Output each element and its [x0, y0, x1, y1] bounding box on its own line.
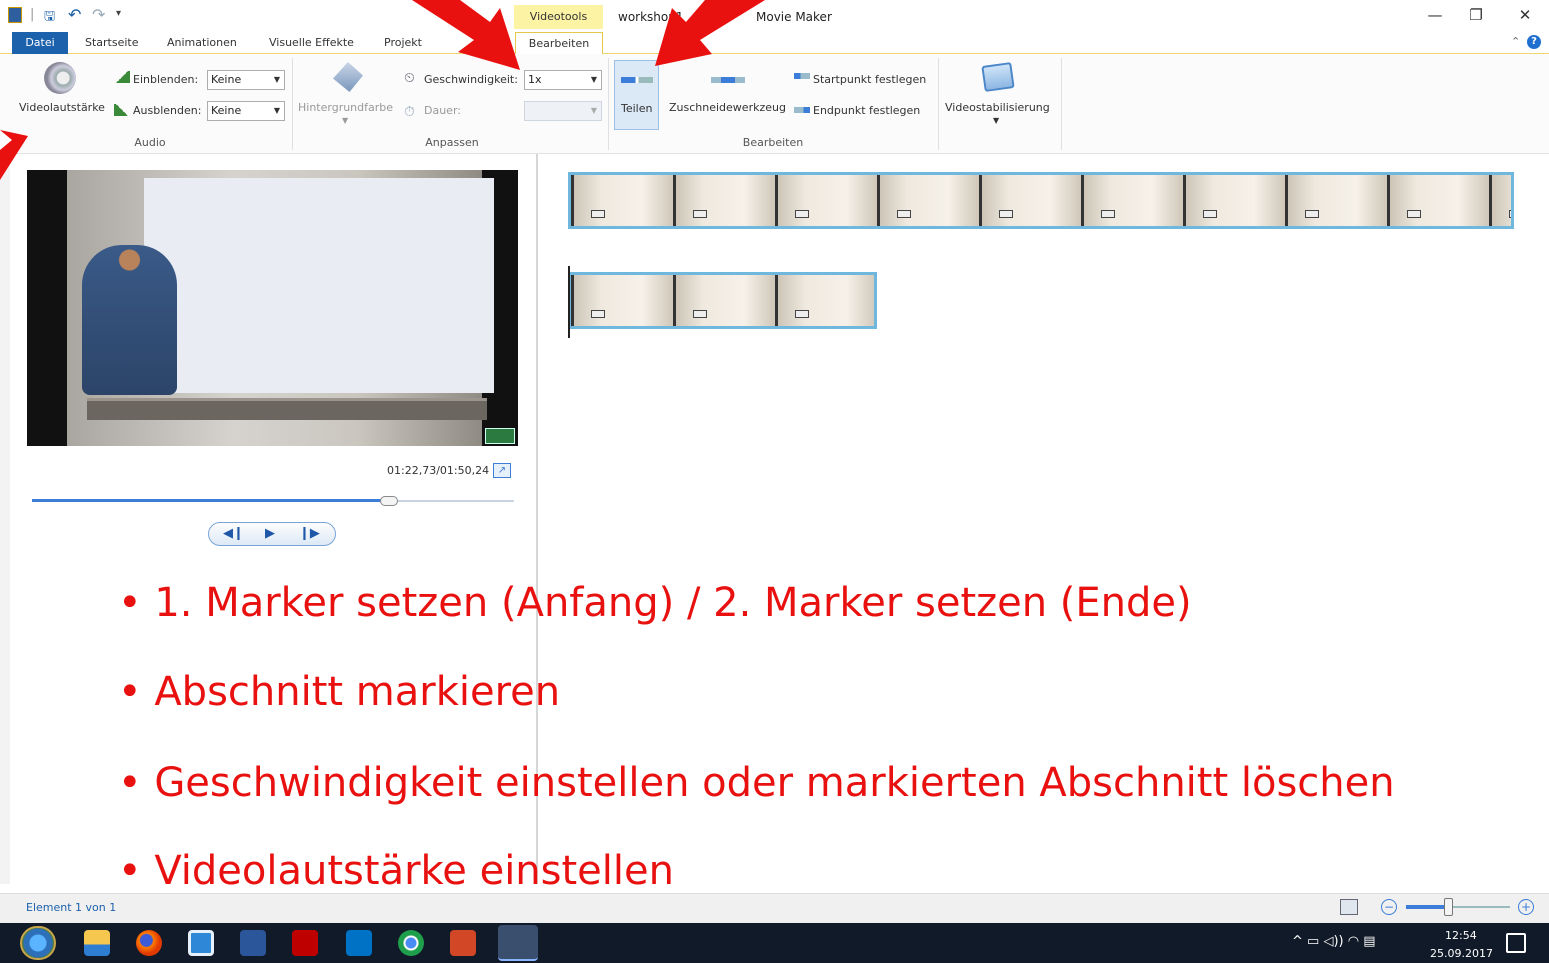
playhead-marker[interactable]	[568, 266, 570, 338]
clock-date[interactable]: 25.09.2017	[1430, 947, 1493, 960]
person-figure	[82, 245, 177, 395]
frame-edge	[571, 275, 574, 326]
file-explorer-icon[interactable]	[84, 930, 110, 956]
playback-slider[interactable]	[32, 496, 514, 506]
clip-frame	[775, 275, 874, 326]
fullscreen-icon[interactable]: ↗	[493, 463, 511, 478]
zoom-slider-fill	[1406, 905, 1446, 909]
zoom-slider-track[interactable]	[1406, 898, 1510, 916]
bullet-dot: •	[118, 669, 155, 715]
previous-frame-icon[interactable]: ◀❙	[223, 526, 244, 541]
play-icon[interactable]: ▶	[265, 526, 275, 541]
bullet-dot: •	[118, 848, 155, 894]
annotation-item: • 1. Marker setzen (Anfang) / 2. Marker …	[118, 580, 1192, 626]
slider-thumb[interactable]	[379, 496, 398, 506]
annotation-item: • Abschnitt markieren	[118, 669, 560, 715]
word-icon[interactable]	[240, 930, 266, 956]
annotation-item: • Videolautstärke einstellen	[118, 848, 674, 894]
status-bar: Element 1 von 1 − +	[0, 893, 1549, 923]
firefox-icon[interactable]	[136, 930, 162, 956]
storyboard-clip-selected[interactable]	[568, 272, 877, 329]
status-element-count: Element 1 von 1	[26, 901, 117, 914]
playback-controls: ◀❙ ▶ ❙▶	[208, 522, 336, 546]
zoom-in-icon[interactable]: +	[1518, 899, 1534, 915]
annotation-text: Videolautstärke einstellen	[154, 848, 674, 894]
arrow-to-volume	[0, 130, 28, 180]
projected-screen	[144, 178, 494, 393]
clip-frame	[673, 275, 775, 326]
arrow-to-speed	[412, 0, 520, 70]
arrow-to-teilen	[655, 0, 765, 66]
notepad-icon[interactable]	[188, 930, 214, 956]
clip-frame	[571, 275, 673, 326]
left-scroll-edge	[0, 154, 10, 884]
clock-time[interactable]: 12:54	[1445, 929, 1477, 942]
powerpoint-icon[interactable]	[450, 930, 476, 956]
slider-fill	[32, 499, 389, 502]
annotation-text: Geschwindigkeit einstellen oder markiert…	[154, 760, 1395, 806]
start-button-icon[interactable]	[20, 926, 56, 960]
annotation-text: 1. Marker setzen (Anfang) / 2. Marker se…	[154, 580, 1192, 626]
storyboard-view-icon[interactable]	[1340, 899, 1358, 915]
frame-edge	[673, 275, 676, 326]
zoom-slider-thumb[interactable]	[1444, 898, 1453, 916]
timeline-thumb-icon	[485, 428, 515, 444]
outlook-icon[interactable]	[346, 930, 372, 956]
annotation-arrows	[0, 0, 765, 180]
bullet-dot: •	[118, 580, 155, 626]
zoom-out-icon[interactable]: −	[1381, 899, 1397, 915]
video-preview[interactable]	[27, 170, 518, 446]
notification-center-icon[interactable]	[1506, 933, 1526, 953]
annotation-item: • Geschwindigkeit einstellen oder markie…	[118, 760, 1395, 806]
movie-maker-window: | 🖫 ↶ ↷ ▾ Videotools workshop1 Movie Mak…	[0, 0, 1549, 963]
frame-edge	[775, 275, 778, 326]
annotation-text: Abschnitt markieren	[154, 669, 561, 715]
preview-time: 01:22,73/01:50,24	[387, 464, 490, 477]
tray-icons[interactable]: ^ ▭ ◁)) ◠ ▤	[1292, 934, 1375, 949]
chrome-icon[interactable]	[398, 930, 424, 956]
next-frame-icon[interactable]: ❙▶	[299, 526, 320, 541]
movie-maker-icon[interactable]	[498, 925, 538, 961]
bullet-dot: •	[118, 760, 155, 806]
preview-table	[87, 398, 487, 420]
filezilla-icon[interactable]	[292, 930, 318, 956]
